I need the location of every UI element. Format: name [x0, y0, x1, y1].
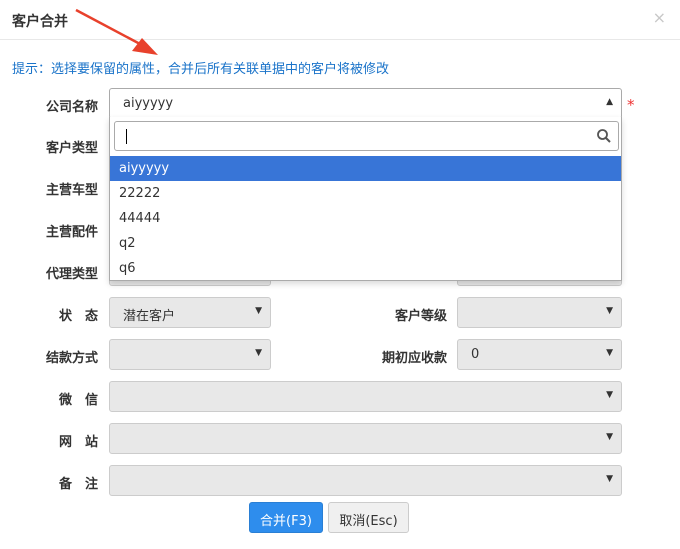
chevron-up-icon: ▲ — [606, 97, 613, 107]
dropdown-option[interactable]: q6 — [110, 256, 621, 281]
chevron-down-icon: ▼ — [606, 306, 613, 316]
chevron-down-icon: ▼ — [255, 348, 262, 358]
status-label: 状 态 — [58, 309, 98, 324]
dropdown-option[interactable]: 44444 — [110, 206, 621, 231]
dropdown-option[interactable]: 22222 — [110, 181, 621, 206]
chevron-down-icon: ▼ — [606, 474, 613, 484]
company-name-label: 公司名称 — [45, 100, 98, 115]
dropdown-search-input[interactable] — [114, 121, 619, 151]
opening-receivable-label: 期初应收款 — [381, 351, 447, 366]
settlement-label: 结款方式 — [45, 351, 98, 366]
customer-type-label: 客户类型 — [45, 141, 98, 156]
dropdown-option[interactable]: aiyyyyy — [110, 156, 621, 181]
company-name-value: aiyyyyy — [123, 96, 174, 111]
close-icon[interactable]: × — [653, 8, 666, 27]
dropdown-option[interactable]: q2 — [110, 231, 621, 256]
opening-receivable-select[interactable]: 0 ▼ — [457, 339, 622, 370]
chevron-down-icon: ▼ — [606, 348, 613, 358]
website-label: 网 站 — [58, 435, 98, 450]
remark-label: 备 注 — [58, 477, 98, 492]
chevron-down-icon: ▼ — [255, 306, 262, 316]
required-mark: * — [627, 96, 635, 114]
main-parts-label: 主营配件 — [45, 225, 98, 240]
company-name-select[interactable]: aiyyyyy ▲ — [109, 88, 622, 119]
wechat-select[interactable]: ▼ — [109, 381, 622, 412]
dialog-title: 客户合并 — [12, 14, 68, 30]
main-vehicle-label: 主营车型 — [45, 183, 98, 198]
wechat-label: 微 信 — [58, 393, 98, 408]
settlement-select[interactable]: ▼ — [109, 339, 271, 370]
remark-select[interactable]: ▼ — [109, 465, 622, 496]
search-icon — [597, 129, 611, 143]
status-select[interactable]: 潜在客户 ▼ — [109, 297, 271, 328]
status-value: 潜在客户 — [123, 309, 176, 324]
text-cursor — [126, 129, 127, 144]
customer-level-label: 客户等级 — [394, 309, 447, 324]
hint-text: 提示：选择要保留的属性，合并后所有关联单据中的客户将被修改 — [12, 62, 390, 77]
annotation-arrow-icon — [75, 8, 158, 55]
company-name-dropdown: aiyyyyy 22222 44444 q2 q6 — [109, 117, 622, 281]
opening-receivable-value: 0 — [471, 347, 480, 362]
agent-type-label: 代理类型 — [45, 267, 98, 282]
chevron-down-icon: ▼ — [606, 432, 613, 442]
website-select[interactable]: ▼ — [109, 423, 622, 454]
customer-level-select[interactable]: ▼ — [457, 297, 622, 328]
cancel-button[interactable]: 取消(Esc) — [328, 502, 409, 533]
chevron-down-icon: ▼ — [606, 390, 613, 400]
merge-button[interactable]: 合并(F3) — [249, 502, 323, 533]
